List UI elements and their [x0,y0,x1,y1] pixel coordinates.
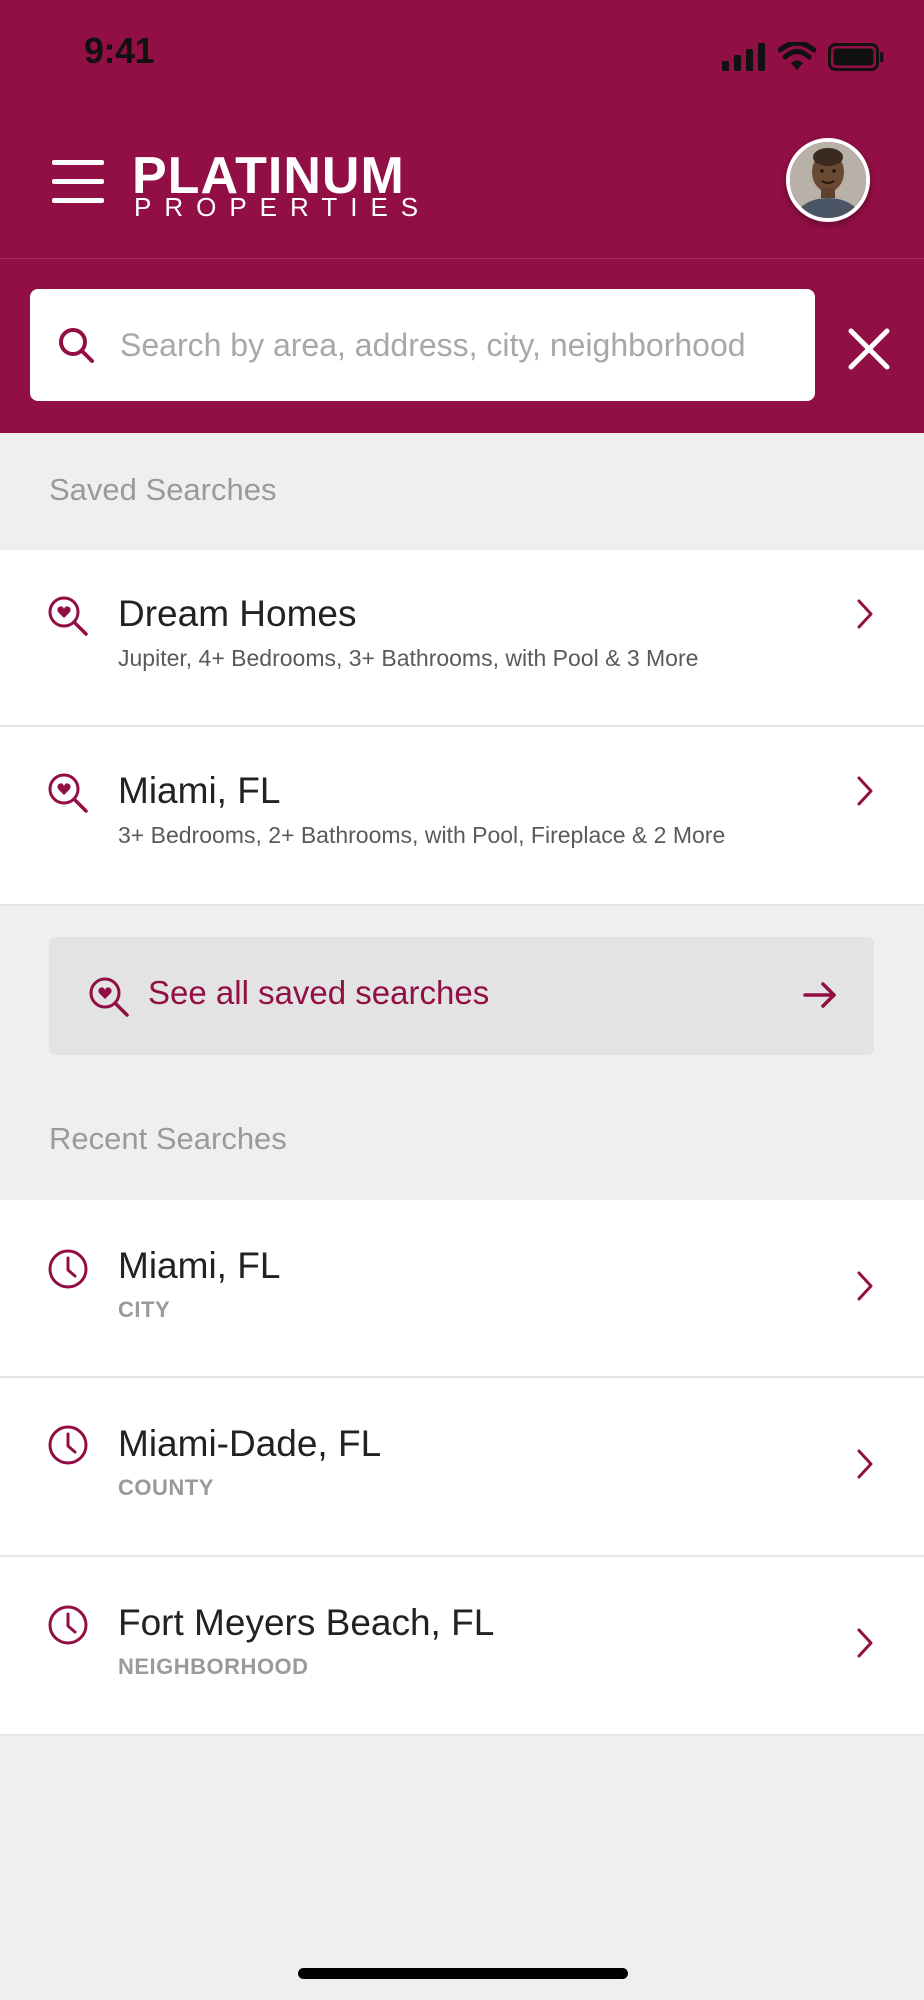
recent-searches-list: Miami, FL CITY Miami-Dade, FL COUNTY For… [0,1200,924,1734]
saved-searches-list: Dream Homes Jupiter, 4+ Bedrooms, 3+ Bat… [0,550,924,904]
see-all-saved-searches-button[interactable]: See all saved searches [49,937,874,1055]
recent-searches-title: Recent Searches [49,1121,287,1156]
chevron-right-icon [857,599,873,629]
close-icon[interactable] [846,326,892,372]
chevron-right-icon [857,1449,873,1479]
saved-search-icon [48,596,88,636]
hamburger-menu-icon[interactable] [52,158,104,206]
chevron-right-icon [857,1628,873,1658]
wifi-icon [778,42,816,70]
search-icon [59,328,94,363]
saved-search-title: Miami, FL [118,770,281,811]
app-header: 9:41 PLATINUM PROPERTIES [0,0,924,433]
saved-search-subtitle: Jupiter, 4+ Bedrooms, 3+ Bathrooms, with… [118,645,699,671]
clock-icon [48,1249,88,1289]
status-time: 9:41 [84,30,155,71]
recent-search-type: NEIGHBORHOOD [118,1654,309,1679]
recent-search-type: COUNTY [118,1475,214,1500]
recent-search-title: Miami, FL [118,1245,281,1286]
header-divider [0,258,924,259]
search-bar[interactable] [30,289,815,401]
status-icons [722,40,884,74]
platinum-properties-logo: PLATINUM PROPERTIES [132,148,492,222]
search-input[interactable] [120,315,790,375]
saved-search-icon [89,977,129,1017]
clock-icon [48,1425,88,1465]
recent-search-type: CITY [118,1297,171,1322]
recent-search-item[interactable]: Miami, FL CITY [0,1200,924,1378]
recent-search-title: Miami-Dade, FL [118,1423,382,1464]
saved-search-title: Dream Homes [118,593,357,634]
home-indicator [298,1968,628,1979]
chevron-right-icon [857,1271,873,1301]
recent-search-title: Fort Meyers Beach, FL [118,1602,495,1643]
user-avatar[interactable] [786,138,870,222]
saved-search-item[interactable]: Dream Homes Jupiter, 4+ Bedrooms, 3+ Bat… [0,550,924,727]
saved-search-icon [48,773,88,813]
clock-icon [48,1605,88,1645]
battery-icon [828,43,884,71]
see-all-label: See all saved searches [148,974,490,1011]
recent-search-item[interactable]: Miami-Dade, FL COUNTY [0,1378,924,1557]
avatar-image [790,142,866,218]
logo-line2: PROPERTIES [134,192,432,222]
saved-search-subtitle: 3+ Bedrooms, 2+ Bathrooms, with Pool, Fi… [118,822,726,848]
saved-searches-title: Saved Searches [49,472,277,507]
saved-search-item[interactable]: Miami, FL 3+ Bedrooms, 2+ Bathrooms, wit… [0,727,924,904]
recent-search-item[interactable]: Fort Meyers Beach, FL NEIGHBORHOOD [0,1557,924,1734]
arrow-right-icon [803,982,836,1008]
signal-icon [722,43,765,71]
chevron-right-icon [857,776,873,806]
